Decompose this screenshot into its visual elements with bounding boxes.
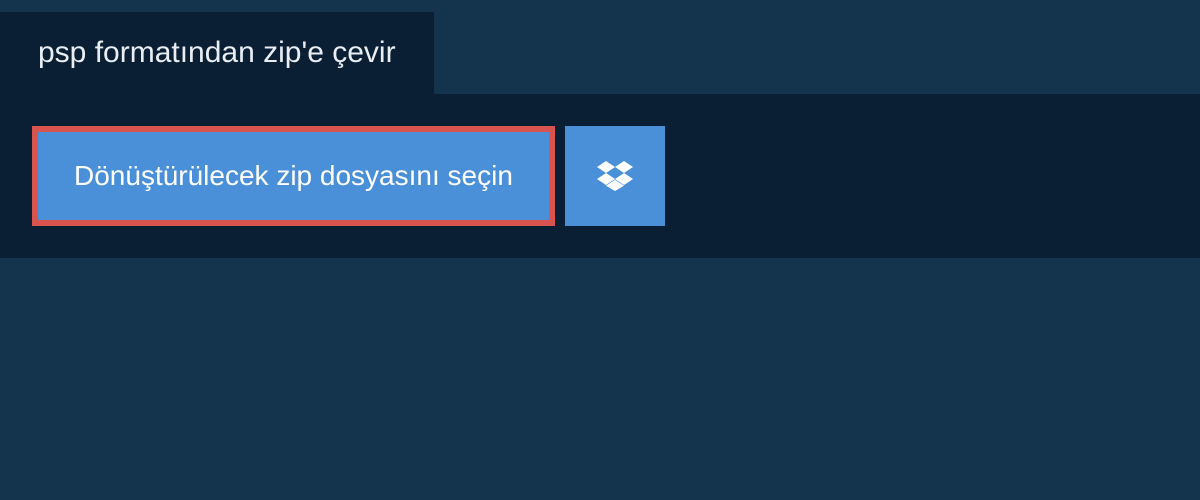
dropbox-icon [597,158,633,194]
page-title: psp formatından zip'e çevir [38,36,396,70]
header-tab: psp formatından zip'e çevir [0,12,434,94]
button-row: Dönüştürülecek zip dosyasını seçin [32,126,1168,226]
dropbox-button[interactable] [565,126,665,226]
select-file-label: Dönüştürülecek zip dosyasını seçin [74,160,513,192]
main-panel: Dönüştürülecek zip dosyasını seçin [0,94,1200,258]
select-file-button[interactable]: Dönüştürülecek zip dosyasını seçin [32,126,555,226]
